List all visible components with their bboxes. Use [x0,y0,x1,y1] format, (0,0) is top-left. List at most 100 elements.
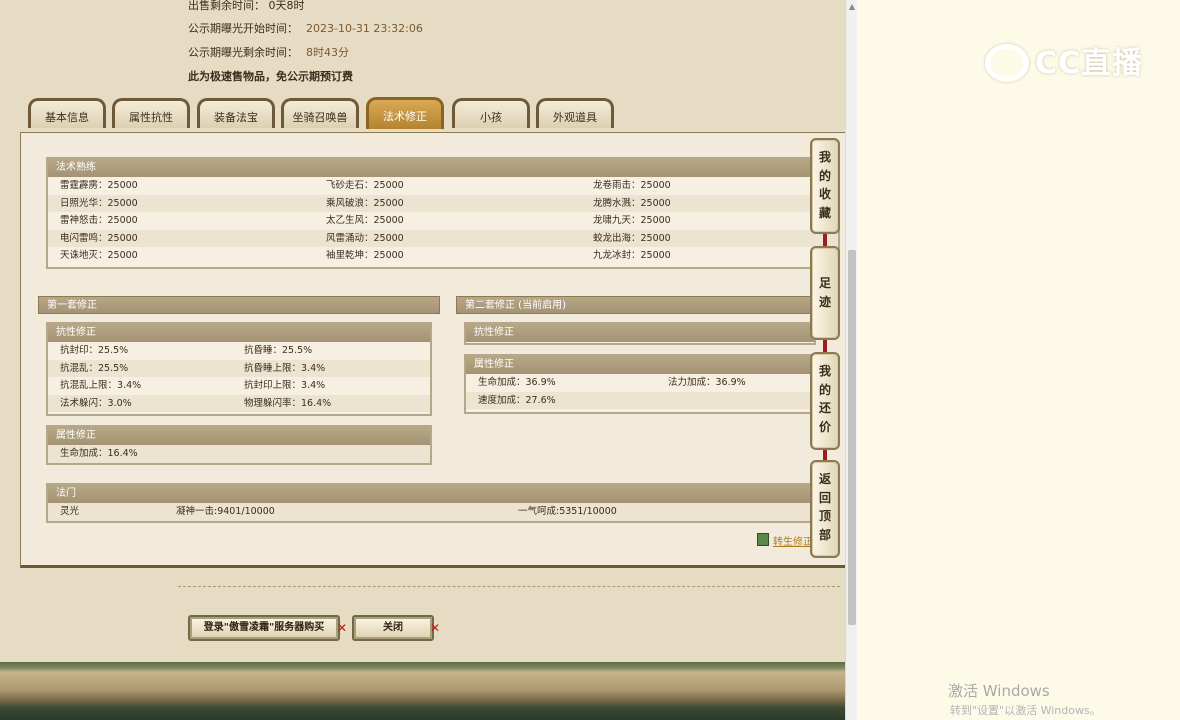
table-cell: 风雷涌动：25000 [326,232,404,244]
table-row: 雷神怒击：25000 太乙生风：25000 龙啸九天：25000 [48,212,838,230]
tab-attributes[interactable]: 属性抗性 [112,98,190,128]
table-row: 速度加成：27.6% [466,391,814,410]
table-cell: 生命加成：16.4% [60,448,138,459]
table-cell: 法力加成：36.9% [668,377,746,388]
table-cell: 龙卷雨击：25000 [593,180,671,191]
table-cell: 抗昏睡：25.5% [244,345,313,356]
fast-sale-note: 此为极速售物品，免公示期预订费 [188,70,353,83]
table-cell: 凝神一击:9401/10000 [176,506,275,517]
table-cell: 龙啸九天：25000 [593,215,671,227]
reincarnation-correction-link[interactable]: 转生修正 [773,533,813,548]
set2-resist-title: 抗性修正 [466,324,814,342]
table-cell: 抗封印上限：3.4% [244,380,326,392]
set1-resist-table: 抗封印：25.5% 抗昏睡：25.5% 抗混乱：25.5% 抗昏睡上限：3.4%… [48,342,430,413]
close-button[interactable]: 关闭 [352,615,434,641]
table-row: 灵光 凝神一击:9401/10000 一气呵成:5351/10000 [48,503,838,521]
table-cell: 抗混乱上限：3.4% [60,380,142,392]
tab-spell-correction[interactable]: 法术修正 [366,97,444,129]
tab-appearance[interactable]: 外观道具 [536,98,614,128]
cc-live-logo: CC直播 [985,42,1155,86]
table-row: 生命加成：36.9% 法力加成：36.9% [466,374,814,392]
table-cell: 速度加成：27.6% [478,394,556,406]
back-to-top-button[interactable]: 返回顶部 [810,460,840,558]
school-group: 法门 灵光 凝神一击:9401/10000 一气呵成:5351/10000 [46,483,840,523]
close-x-icon: ✕ [337,621,348,635]
login-buy-button[interactable]: 登录"傲雪凌霜"服务器购买 [188,615,340,641]
exposure-start-label: 公示期曝光开始时间： [188,22,298,35]
table-row: 雷霆霹雳：25000 飞砂走石：25000 龙卷雨击：25000 [48,177,838,195]
sale-remaining-partial: 出售剩余时间： 0天8时 [188,0,305,12]
table-cell: 蛟龙出海：25000 [593,232,671,244]
school-title: 法门 [48,485,838,503]
set1-attr-title: 属性修正 [48,427,430,445]
activate-windows-subtitle: 转到"设置"以激活 Windows。 [950,704,1101,717]
set1-title: 第一套修正 [38,296,440,314]
logo-mark-icon [985,44,1029,82]
table-cell: 龙腾水溅：25000 [593,197,671,209]
table-cell: 雷霆霹雳：25000 [60,180,138,191]
footer-decoration [0,662,845,720]
set2-title: 第二套修正 (当前启用) [456,296,816,314]
table-cell: 袖里乾坤：25000 [326,250,404,262]
footprints-label: 足迹 [818,276,831,309]
trade-detail-page: 出售剩余时间： 0天8时 公示期曝光开始时间： 2023-10-31 23:32:… [0,0,845,720]
table-cell: 抗混乱：25.5% [60,362,129,374]
scroll-up-arrow-icon[interactable]: ▲ [847,2,857,12]
close-x-icon: ✕ [430,621,441,635]
tab-mounts-pets[interactable]: 坐骑召唤兽 [281,98,359,128]
set2-resist-group: 抗性修正 [464,322,816,345]
activate-windows-title: 激活 Windows [948,682,1050,700]
exposure-start-line: 公示期曝光开始时间： 2023-10-31 23:32:06 [188,20,423,36]
table-row: 天诛地灭：25000 袖里乾坤：25000 九龙冰封：25000 [48,247,838,265]
table-cell: 灵光 [60,506,80,517]
scroll-thumb[interactable] [848,250,856,625]
set2-attr-group: 属性修正 生命加成：36.9% 法力加成：36.9% 速度加成：27.6% [464,354,816,414]
exposure-remaining-label: 公示期曝光剩余时间： [188,46,298,59]
table-cell: 物理躲闪率：16.4% [244,397,332,409]
table-cell: 抗昏睡上限：3.4% [244,362,326,374]
exposure-remaining-line: 公示期曝光剩余时间： 8时43分 [188,44,349,60]
table-cell: 生命加成：36.9% [478,377,556,388]
table-cell: 九龙冰封：25000 [593,250,671,262]
spell-mastery-table: 雷霆霹雳：25000 飞砂走石：25000 龙卷雨击：25000 日照光华：25… [48,177,838,265]
set2-attr-table: 生命加成：36.9% 法力加成：36.9% 速度加成：27.6% [466,374,814,410]
table-cell: 电闪雷鸣：25000 [60,232,138,244]
set1-resist-group: 抗性修正 抗封印：25.5% 抗昏睡：25.5% 抗混乱：25.5% 抗昏睡上限… [46,322,432,416]
my-counteroffers-button[interactable]: 我的还价 [810,352,840,450]
set1-attr-group: 属性修正 生命加成：16.4% [46,425,432,465]
spell-mastery-title: 法术熟练 [48,159,838,177]
my-favorites-button[interactable]: 我的收藏 [810,138,840,234]
table-row: 抗封印：25.5% 抗昏睡：25.5% [48,342,430,360]
my-favorites-label: 我的收藏 [818,150,831,220]
table-row: 抗混乱上限：3.4% 抗封印上限：3.4% [48,377,430,395]
table-row: 抗混乱：25.5% 抗昏睡上限：3.4% [48,359,430,378]
blank-area [857,0,1180,720]
tab-basic-info[interactable]: 基本信息 [28,98,106,128]
calculator-icon [757,533,769,546]
spell-mastery-group: 法术熟练 雷霆霹雳：25000 飞砂走石：25000 龙卷雨击：25000 日照… [46,157,840,269]
set1-resist-title: 抗性修正 [48,324,430,342]
table-cell: 飞砂走石：25000 [326,180,404,191]
back-to-top-label: 返回顶部 [818,472,831,542]
tab-child[interactable]: 小孩 [452,98,530,128]
my-counteroffers-label: 我的还价 [818,364,831,434]
set2-attr-title: 属性修正 [466,356,814,374]
tab-equipment[interactable]: 装备法宝 [197,98,275,128]
table-cell: 法术躲闪：3.0% [60,397,132,409]
table-cell: 天诛地灭：25000 [60,250,138,262]
table-cell: 雷神怒击：25000 [60,215,138,227]
table-row: 电闪雷鸣：25000 风雷涌动：25000 蛟龙出海：25000 [48,229,838,248]
table-row: 法术躲闪：3.0% 物理躲闪率：16.4% [48,394,430,413]
divider [178,586,840,587]
table-cell: 一气呵成:5351/10000 [518,506,617,517]
table-cell: 抗封印：25.5% [60,345,129,356]
table-cell: 日照光华：25000 [60,197,138,209]
table-cell: 乘风破浪：25000 [326,197,404,209]
exposure-start-value: 2023-10-31 23:32:06 [306,22,423,35]
table-cell: 太乙生风：25000 [326,215,404,227]
footprints-button[interactable]: 足迹 [810,246,840,340]
exposure-remaining-value: 8时43分 [306,46,349,59]
table-row: 生命加成：16.4% [48,445,430,463]
table-row: 日照光华：25000 乘风破浪：25000 龙腾水溅：25000 [48,194,838,213]
logo-text: CC直播 [1035,46,1144,81]
